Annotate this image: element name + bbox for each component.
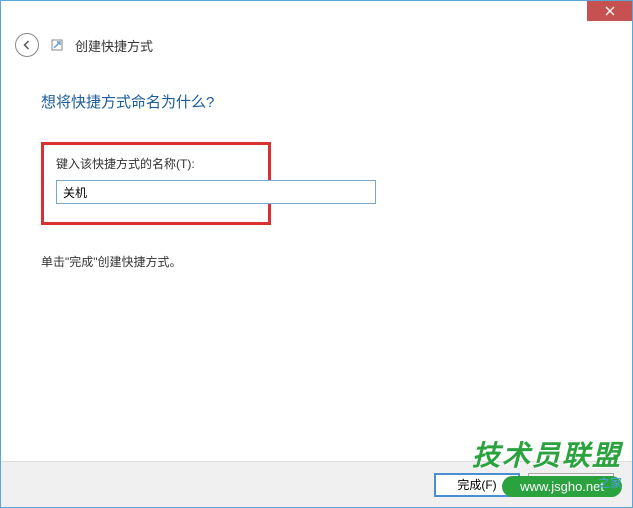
finish-button[interactable]: 完成(F) [434, 473, 520, 497]
name-field-label: 键入该快捷方式的名称(T): [56, 155, 256, 172]
shortcut-name-input[interactable] [56, 180, 376, 204]
footer: 完成(F) 取消 [1, 461, 632, 507]
instruction-text: 单击"完成"创建快捷方式。 [41, 253, 592, 270]
shortcut-icon [49, 37, 65, 53]
highlight-box: 键入该快捷方式的名称(T): [41, 142, 271, 225]
content-area: 想将快捷方式命名为什么? 键入该快捷方式的名称(T): 单击"完成"创建快捷方式… [1, 61, 632, 270]
close-icon [605, 6, 615, 16]
cancel-button[interactable]: 取消 [528, 473, 614, 497]
arrow-left-icon [20, 38, 34, 52]
main-heading: 想将快捷方式命名为什么? [41, 91, 592, 112]
titlebar [1, 1, 632, 29]
wizard-title: 创建快捷方式 [75, 36, 153, 55]
back-button[interactable] [15, 33, 39, 57]
close-button[interactable] [587, 1, 632, 21]
wizard-window: 创建快捷方式 想将快捷方式命名为什么? 键入该快捷方式的名称(T): 单击"完成… [0, 0, 633, 508]
header-row: 创建快捷方式 [1, 29, 632, 61]
